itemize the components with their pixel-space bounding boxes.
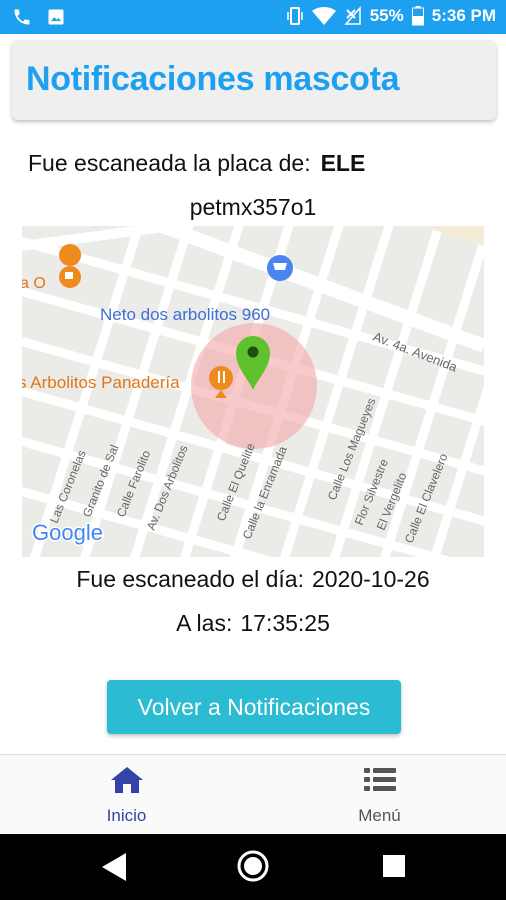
vibrate-icon: [286, 6, 304, 26]
date-label: Fue escaneado el día:: [76, 566, 304, 592]
menu-icon: [362, 765, 398, 800]
store-marker-icon: [267, 255, 293, 281]
tab-inicio-label: Inicio: [106, 805, 147, 825]
header-card: Notificaciones mascota: [12, 40, 496, 120]
tab-menu[interactable]: Menú: [253, 755, 506, 835]
plate-value: ELE: [320, 150, 366, 176]
page-title: Notificaciones mascota: [26, 60, 400, 98]
wifi-icon: [311, 6, 336, 26]
plate-label: Fue escaneada la placa de:: [28, 150, 311, 176]
phone-icon: [12, 7, 32, 27]
tab-inicio[interactable]: Inicio: [0, 755, 253, 835]
battery-percent: 55%: [369, 6, 404, 25]
tab-menu-label: Menú: [358, 805, 401, 825]
image-icon: [46, 7, 66, 27]
date-value: 2020-10-26: [311, 566, 430, 592]
location-map[interactable]: a O Neto dos arbolitos 960 s Arbolitos P…: [22, 226, 484, 557]
clock: 5:36 PM: [431, 6, 496, 25]
back-to-notifications-button[interactable]: Volver a Notificaciones: [107, 680, 401, 734]
time-label: A las:: [176, 610, 233, 636]
google-attribution: Google: [32, 520, 103, 545]
bakery-label: s Arbolitos Panadería: [22, 373, 180, 392]
home-nav-icon[interactable]: [236, 849, 270, 888]
bottom-tab-bar: Inicio Menú: [0, 754, 506, 834]
time-value: 17:35:25: [240, 610, 330, 636]
no-signal-icon: [344, 6, 362, 26]
map-canvas: a O Neto dos arbolitos 960 s Arbolitos P…: [22, 226, 484, 557]
home-icon: [109, 765, 145, 800]
back-nav-icon[interactable]: [100, 851, 128, 888]
scan-date: Fue escaneado el día: 2020-10-26: [0, 566, 506, 593]
system-nav-bar: [0, 834, 506, 900]
pet-id: petmx357o1: [189, 194, 317, 220]
recents-nav-icon[interactable]: [382, 854, 406, 883]
battery-icon: [411, 6, 424, 26]
plate-line: Fue escaneada la placa de: ELE: [0, 150, 506, 177]
left-poi-label: a O: [22, 275, 46, 292]
status-bar: 55% 5:36 PM: [0, 0, 506, 34]
store-label: Neto dos arbolitos 960: [100, 305, 270, 324]
scan-time: A las: 17:35:25: [0, 610, 506, 637]
